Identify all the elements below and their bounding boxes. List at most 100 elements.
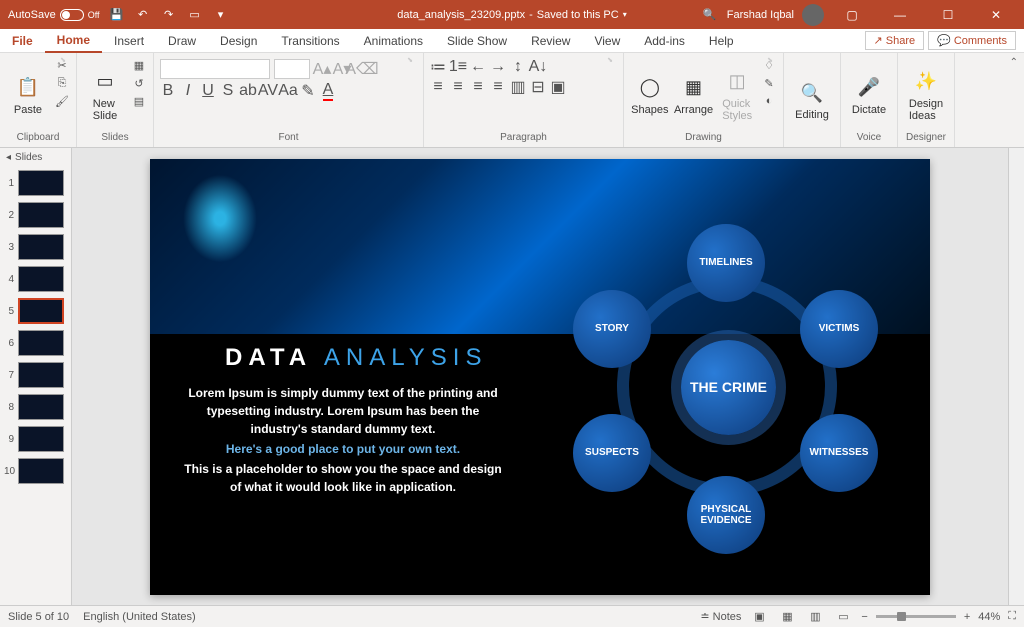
align-center-icon[interactable]: ≡ xyxy=(450,79,466,95)
numbering-icon[interactable]: 1≡ xyxy=(450,59,466,75)
tab-design[interactable]: Design xyxy=(208,30,269,52)
zoom-slider[interactable] xyxy=(876,615,956,618)
fit-to-window-icon[interactable]: ⛶ xyxy=(1008,610,1016,623)
slide-thumbnail-9[interactable]: 9 xyxy=(0,423,71,455)
vertical-scrollbar[interactable] xyxy=(1008,148,1024,605)
user-avatar[interactable] xyxy=(802,4,824,26)
start-slideshow-icon[interactable]: ▭ xyxy=(186,6,204,24)
layout-icon[interactable]: ▦ xyxy=(131,57,147,73)
slide-thumbnail-1[interactable]: 1 xyxy=(0,167,71,199)
shape-outline-icon[interactable]: ✎ xyxy=(761,75,777,91)
align-text-icon[interactable]: ⊟ xyxy=(530,79,546,95)
dictate-button[interactable]: 🎤Dictate xyxy=(847,57,891,132)
tab-addins[interactable]: Add-ins xyxy=(632,30,697,52)
clear-format-icon[interactable]: A⌫ xyxy=(354,61,370,77)
tab-animations[interactable]: Animations xyxy=(352,30,435,52)
slide-thumbnail-7[interactable]: 7 xyxy=(0,359,71,391)
slide-title[interactable]: DATA ANALYSIS xyxy=(225,344,487,372)
slide-thumbnail-3[interactable]: 3 xyxy=(0,231,71,263)
editing-button[interactable]: 🔍Editing xyxy=(790,57,834,143)
shadow-icon[interactable]: ab xyxy=(240,83,256,99)
tab-help[interactable]: Help xyxy=(697,30,746,52)
sorter-view-icon[interactable]: ▦ xyxy=(777,609,797,625)
autosave-toggle[interactable]: AutoSave Off xyxy=(8,9,100,21)
slide-thumbnail-6[interactable]: 6 xyxy=(0,327,71,359)
diagram-node-timelines[interactable]: TIMELINES xyxy=(687,224,765,302)
font-name-input[interactable] xyxy=(160,59,270,79)
font-size-input[interactable] xyxy=(274,59,310,79)
align-right-icon[interactable]: ≡ xyxy=(470,79,486,95)
tab-transitions[interactable]: Transitions xyxy=(269,30,351,52)
ribbon-options-icon[interactable]: ▢ xyxy=(832,0,872,29)
case-icon[interactable]: Aa xyxy=(280,83,296,99)
spacing-icon[interactable]: AV xyxy=(260,83,276,99)
redo-icon[interactable]: ↷ xyxy=(160,6,178,24)
decrease-indent-icon[interactable]: ← xyxy=(470,59,486,75)
close-button[interactable]: ✕ xyxy=(976,0,1016,29)
diagram-node-story[interactable]: STORY xyxy=(573,290,651,368)
username[interactable]: Farshad Iqbal xyxy=(727,9,794,21)
slide-thumbnail-8[interactable]: 8 xyxy=(0,391,71,423)
new-slide-button[interactable]: ▭ New Slide xyxy=(83,57,127,132)
comments-button[interactable]: 💬 Comments xyxy=(928,31,1016,50)
underline-icon[interactable]: U xyxy=(200,83,216,99)
zoom-in-button[interactable]: + xyxy=(964,611,970,623)
smartart-icon[interactable]: ▣ xyxy=(550,79,566,95)
bullets-icon[interactable]: ≔ xyxy=(430,59,446,75)
search-icon[interactable]: 🔍 xyxy=(701,6,719,24)
language-status[interactable]: English (United States) xyxy=(83,611,196,623)
undo-icon[interactable]: ↶ xyxy=(134,6,152,24)
slide-thumbnail-10[interactable]: 10 xyxy=(0,455,71,487)
normal-view-icon[interactable]: ▣ xyxy=(749,609,769,625)
tab-home[interactable]: Home xyxy=(45,29,102,53)
minimize-button[interactable]: — xyxy=(880,0,920,29)
format-painter-icon[interactable]: 🖌 xyxy=(54,93,70,109)
diagram-node-evidence[interactable]: PHYSICAL EVIDENCE xyxy=(687,476,765,554)
slide-body-text[interactable]: Lorem Ipsum is simply dummy text of the … xyxy=(178,384,508,498)
tab-view[interactable]: View xyxy=(582,30,632,52)
slide-counter[interactable]: Slide 5 of 10 xyxy=(8,611,69,623)
diagram-node-suspects[interactable]: SUSPECTS xyxy=(573,414,651,492)
diagram-node-witnesses[interactable]: WITNESSES xyxy=(800,414,878,492)
align-left-icon[interactable]: ≡ xyxy=(430,79,446,95)
reading-view-icon[interactable]: ▥ xyxy=(805,609,825,625)
slide-canvas[interactable]: DATA ANALYSIS Lorem Ipsum is simply dumm… xyxy=(150,159,930,595)
strike-icon[interactable]: S xyxy=(220,83,236,99)
shapes-button[interactable]: ◯Shapes xyxy=(630,57,670,132)
line-spacing-icon[interactable]: ↕ xyxy=(510,59,526,75)
italic-icon[interactable]: I xyxy=(180,83,196,99)
section-icon[interactable]: ▤ xyxy=(131,93,147,109)
slide-diagram[interactable]: THE CRIME TIMELINES VICTIMS WITNESSES PH… xyxy=(555,214,895,554)
slide-thumbnail-5[interactable]: 5 xyxy=(0,295,71,327)
bold-icon[interactable]: B xyxy=(160,83,176,99)
diagram-node-victims[interactable]: VICTIMS xyxy=(800,290,878,368)
zoom-level[interactable]: 44% xyxy=(978,611,1000,623)
quick-styles-button[interactable]: ◫Quick Styles xyxy=(717,57,757,132)
save-icon[interactable]: 💾 xyxy=(108,6,126,24)
diagram-center[interactable]: THE CRIME xyxy=(681,340,776,435)
justify-icon[interactable]: ≡ xyxy=(490,79,506,95)
zoom-out-button[interactable]: − xyxy=(861,611,867,623)
tab-review[interactable]: Review xyxy=(519,30,582,52)
font-color-icon[interactable]: A xyxy=(320,83,336,99)
increase-indent-icon[interactable]: → xyxy=(490,59,506,75)
columns-icon[interactable]: ▥ xyxy=(510,79,526,95)
copy-icon[interactable]: ⎘ xyxy=(54,75,70,91)
share-button[interactable]: ↗ Share xyxy=(865,31,925,50)
arrange-button[interactable]: ▦Arrange xyxy=(674,57,714,132)
slide-thumbnail-4[interactable]: 4 xyxy=(0,263,71,295)
tab-draw[interactable]: Draw xyxy=(156,30,208,52)
highlight-icon[interactable]: ✎ xyxy=(300,83,316,99)
tab-file[interactable]: File xyxy=(0,30,45,52)
paste-button[interactable]: 📋 Paste xyxy=(6,57,50,132)
tab-slideshow[interactable]: Slide Show xyxy=(435,30,519,52)
slides-panel-header[interactable]: ◂ Slides xyxy=(0,148,71,167)
reset-icon[interactable]: ↺ xyxy=(131,75,147,91)
text-direction-icon[interactable]: A↓ xyxy=(530,59,546,75)
shape-effects-icon[interactable]: ◐ xyxy=(761,93,777,109)
increase-font-icon[interactable]: A▴ xyxy=(314,61,330,77)
slide-canvas-area[interactable]: DATA ANALYSIS Lorem Ipsum is simply dumm… xyxy=(72,148,1008,605)
slide-thumbnail-2[interactable]: 2 xyxy=(0,199,71,231)
slideshow-view-icon[interactable]: ▭ xyxy=(833,609,853,625)
qat-more-icon[interactable]: ▾ xyxy=(212,6,230,24)
